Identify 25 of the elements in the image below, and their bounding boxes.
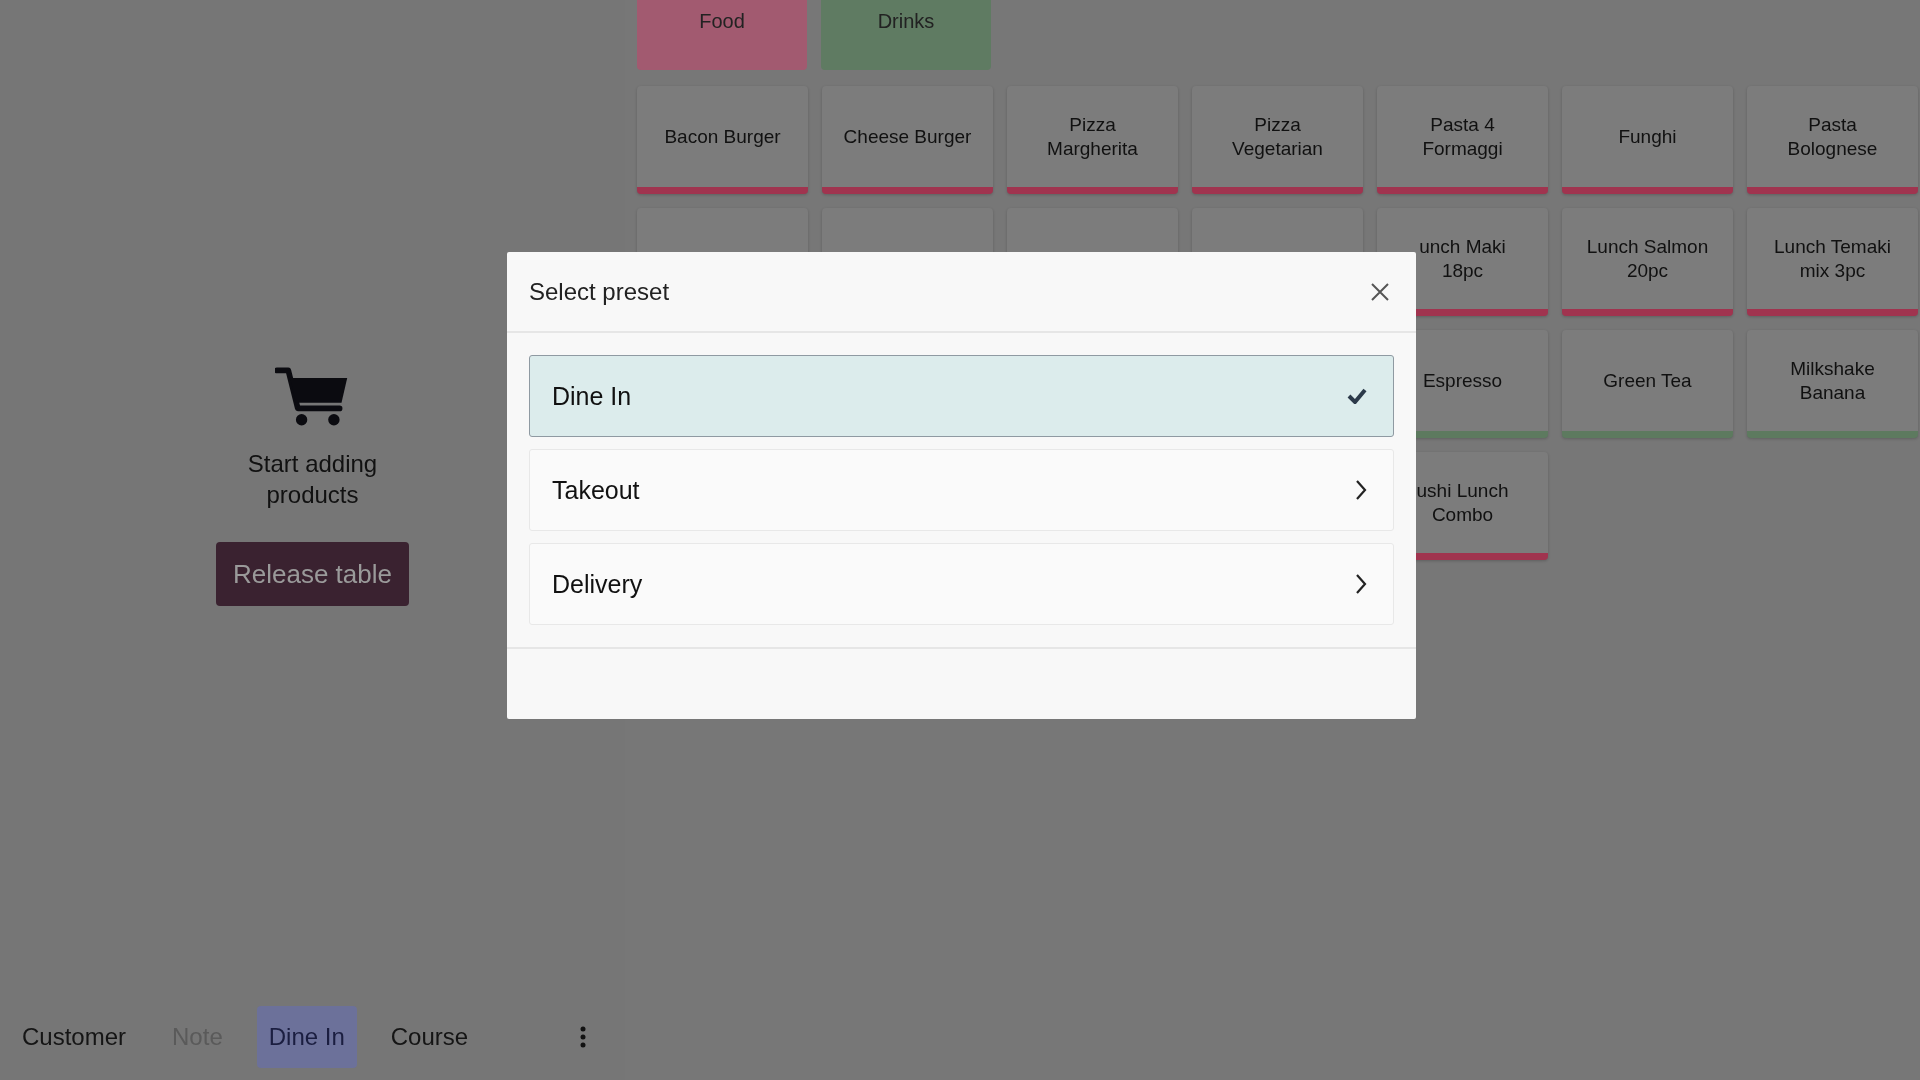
product-tile[interactable]: Bacon Burger xyxy=(637,86,808,194)
category-tab[interactable]: Drinks xyxy=(821,0,991,70)
preset-option[interactable]: Delivery xyxy=(529,543,1394,625)
product-tile[interactable]: Pasta 4 Formaggi xyxy=(1377,86,1548,194)
product-tile[interactable]: Funghi xyxy=(1562,86,1733,194)
product-tile[interactable]: Pizza Vegetarian xyxy=(1192,86,1363,194)
check-icon xyxy=(1347,388,1367,404)
product-tile[interactable]: Pizza Margherita xyxy=(1007,86,1178,194)
toolbar-button[interactable]: Dine In xyxy=(256,1006,357,1068)
category-tab[interactable]: Food xyxy=(637,0,807,70)
product-tile[interactable]: Milkshake Banana xyxy=(1747,330,1918,438)
product-tile[interactable]: Green Tea xyxy=(1562,330,1733,438)
chevron-right-icon xyxy=(1355,573,1367,595)
product-tile[interactable]: Pasta Bolognese xyxy=(1747,86,1918,194)
product-tile[interactable]: Cheese Burger xyxy=(822,86,993,194)
product-tile[interactable]: Lunch Temaki mix 3pc xyxy=(1747,208,1918,316)
chevron-right-icon xyxy=(1355,479,1367,501)
preset-option[interactable]: Takeout xyxy=(529,449,1394,531)
toolbar-button[interactable]: Customer xyxy=(10,1006,139,1068)
toolbar-button[interactable]: Course xyxy=(378,1006,481,1068)
dialog-title: Select preset xyxy=(529,277,670,306)
product-tile[interactable]: Lunch Salmon 20pc xyxy=(1562,208,1733,316)
release-table-button[interactable]: Release table xyxy=(216,542,409,606)
preset-option[interactable]: Dine In xyxy=(529,355,1394,437)
empty-cart-message: Start adding products xyxy=(246,449,379,510)
